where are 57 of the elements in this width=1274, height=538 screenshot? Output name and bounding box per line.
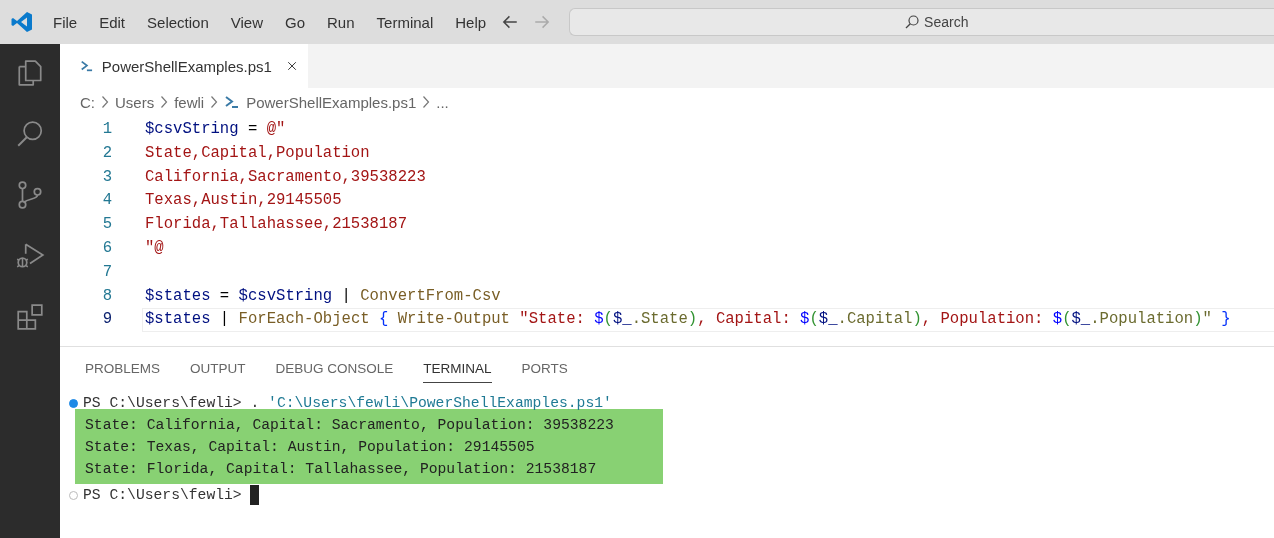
extensions-icon[interactable]: [15, 302, 45, 332]
line-number: 7: [101, 261, 112, 283]
menu-item[interactable]: Selection: [146, 13, 210, 31]
line-number: 6: [101, 238, 112, 259]
menu-item[interactable]: Run: [326, 13, 356, 31]
search-icon[interactable]: [15, 119, 45, 149]
back-arrow-icon[interactable]: [501, 13, 520, 31]
line-number: 1: [101, 119, 112, 140]
menu-item[interactable]: View: [229, 13, 264, 31]
line-number: 5: [101, 214, 112, 236]
run-debug-icon[interactable]: [15, 241, 45, 271]
powershell-icon: [80, 58, 94, 74]
terminal-line: State: Texas, Capital: Austin, Population: 29145505: [85, 438, 536, 457]
menu-item[interactable]: Edit: [98, 13, 127, 31]
terminal-line: PS C:\Users\fewli> . 'C:\Users\fewli\PowerShellExamples.ps1': [83, 394, 612, 413]
menu-item[interactable]: Help: [454, 13, 488, 31]
menu-item[interactable]: File: [52, 13, 79, 31]
line-number: 8: [101, 285, 112, 307]
breadcrumb-item[interactable]: ...: [436, 93, 449, 111]
code-line: State,Capital,Population: [144, 142, 371, 164]
code-line: California,Sacramento,39538223: [144, 166, 427, 188]
search-field[interactable]: Search: [569, 8, 1274, 36]
terminal-line: State: California, Capital: Sacramento, Population: 39538223: [85, 416, 615, 435]
line-number: 4: [101, 190, 112, 212]
chevron-icon: [101, 95, 109, 109]
breadcrumb-item[interactable]: C:: [80, 93, 95, 111]
editor-tab[interactable]: PowerShellExamples.ps1: [60, 44, 308, 88]
panel-tab[interactable]: TERMINAL: [423, 361, 492, 383]
code-line: $csvString = @": [144, 119, 287, 140]
files-icon[interactable]: [15, 58, 45, 88]
panel-tab[interactable]: PROBLEMS: [85, 361, 161, 383]
breadcrumb-item[interactable]: Users: [115, 93, 155, 111]
close-icon[interactable]: [285, 59, 298, 73]
code-line: Florida,Tallahassee,21538187: [144, 214, 409, 236]
breadcrumb-item[interactable]: PowerShellExamples.ps1: [246, 93, 417, 111]
panel-tab[interactable]: OUTPUT: [190, 361, 246, 383]
line-number: 3: [101, 166, 112, 188]
powershell-icon: [224, 94, 241, 110]
code-line: "@: [144, 238, 165, 259]
line-number: 9: [101, 309, 112, 331]
panel-tab[interactable]: DEBUG CONSOLE: [275, 361, 394, 383]
line-number: 2: [101, 142, 112, 164]
menu-item[interactable]: Terminal: [375, 13, 435, 31]
terminal-line: State: Florida, Capital: Tallahassee, Population: 21538187: [85, 460, 598, 479]
breadcrumb-item[interactable]: fewli: [174, 93, 205, 111]
menu-item[interactable]: Go: [284, 13, 306, 31]
source-control-icon[interactable]: [15, 180, 45, 210]
panel-tab[interactable]: PORTS: [521, 361, 568, 383]
code-line: Texas,Austin,29145505: [144, 190, 343, 212]
chevron-icon: [210, 95, 219, 109]
code-line: $states = $csvString | ConvertFrom-Csv: [144, 285, 502, 307]
code-line: $states | ForEach-Object { Write-Output "State: $($_.State), Capital: $($_.Capital), Population: $($_.Population)" }: [142, 308, 1274, 333]
app-logo-icon[interactable]: [10, 10, 34, 34]
terminal-line: PS C:\Users\fewli>: [83, 486, 243, 505]
chevron-icon: [160, 95, 169, 109]
chevron-icon: [422, 95, 431, 109]
search-icon: [904, 14, 921, 30]
